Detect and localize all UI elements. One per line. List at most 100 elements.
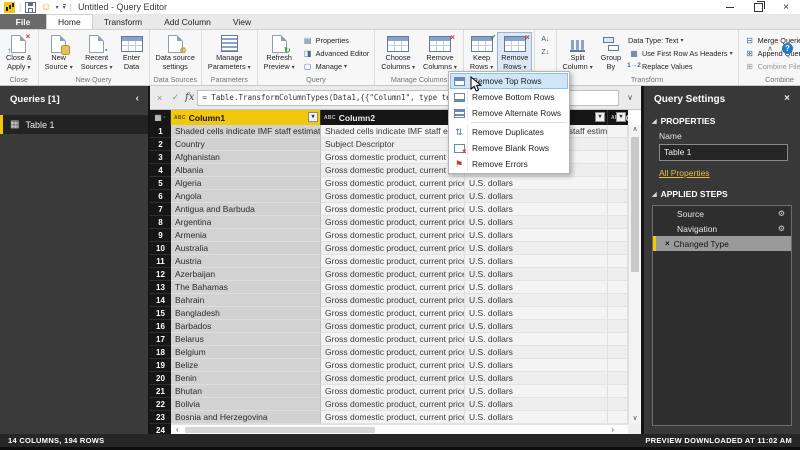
query-name-input[interactable]: Table 1: [659, 144, 788, 161]
tab-view[interactable]: View: [222, 15, 262, 29]
cell[interactable]: U.S. dollars: [465, 268, 608, 281]
cell[interactable]: [608, 138, 628, 151]
row-number[interactable]: 24: [150, 424, 171, 434]
applied-step-changed-type[interactable]: × Changed Type: [653, 236, 791, 251]
scroll-up-icon[interactable]: ∧: [629, 125, 641, 135]
cell[interactable]: U.S. dollars: [465, 203, 608, 216]
cell[interactable]: Azerbaijan: [171, 268, 321, 281]
menu-item-remove-bottom-rows[interactable]: Remove Bottom Rows: [450, 89, 568, 105]
close-panel-icon[interactable]: ×: [784, 93, 790, 104]
cell[interactable]: [608, 281, 628, 294]
row-number[interactable]: 20: [150, 372, 171, 385]
cell[interactable]: Gross domestic product, current prices: [321, 359, 465, 372]
expand-formula-bar-icon[interactable]: ∨: [622, 93, 638, 102]
cell[interactable]: [608, 307, 628, 320]
row-number[interactable]: 18: [150, 346, 171, 359]
cell[interactable]: Antigua and Barbuda: [171, 203, 321, 216]
cell[interactable]: [608, 216, 628, 229]
cell[interactable]: [608, 385, 628, 398]
row-number[interactable]: 19: [150, 359, 171, 372]
scroll-left-icon[interactable]: ‹: [176, 425, 179, 434]
row-number[interactable]: 13: [150, 281, 171, 294]
row-number[interactable]: 2: [150, 138, 171, 151]
cell[interactable]: [608, 125, 628, 138]
recent-sources-button[interactable]: ◔ Recent Sources ▾: [77, 32, 117, 74]
horizontal-scrollbar[interactable]: ‹ ›: [171, 424, 628, 434]
applied-step-navigation[interactable]: Navigation ⚙: [653, 221, 791, 236]
menu-item-remove-alternate-rows[interactable]: Remove Alternate Rows: [450, 105, 568, 121]
applied-steps-section-header[interactable]: ◢ APPLIED STEPS: [644, 186, 800, 202]
cell[interactable]: [608, 398, 628, 411]
cell[interactable]: [608, 268, 628, 281]
filter-button[interactable]: ▾: [595, 112, 605, 122]
tab-add-column[interactable]: Add Column: [153, 15, 222, 29]
menu-item-remove-duplicates[interactable]: ⇅ Remove Duplicates: [450, 124, 568, 140]
cell[interactable]: U.S. dollars: [465, 255, 608, 268]
cell[interactable]: Gross domestic product, current prices: [321, 268, 465, 281]
delete-step-icon[interactable]: ×: [665, 239, 670, 248]
cell[interactable]: Subject Descriptor: [321, 138, 465, 151]
cell[interactable]: [608, 411, 628, 424]
refresh-preview-button[interactable]: ↻ Refresh Preview ▾: [260, 32, 299, 74]
cell[interactable]: Gross domestic product, current prices: [321, 216, 465, 229]
cell[interactable]: Gross domestic product, current prices: [321, 320, 465, 333]
row-number[interactable]: 17: [150, 333, 171, 346]
minimize-button[interactable]: [716, 0, 744, 15]
remove-rows-button[interactable]: × Remove Rows ▾: [497, 32, 533, 74]
keep-rows-button[interactable]: ✓ Keep Rows ▾: [466, 32, 497, 74]
cell[interactable]: Gross domestic product, current prices: [321, 203, 465, 216]
cell[interactable]: Angola: [171, 190, 321, 203]
cell[interactable]: [608, 190, 628, 203]
close-button[interactable]: ×: [772, 0, 800, 15]
remove-columns-button[interactable]: × Remove Columns ▾: [419, 32, 461, 74]
cell[interactable]: Gross domestic product, current prices: [321, 307, 465, 320]
cell[interactable]: Belize: [171, 359, 321, 372]
cell[interactable]: Gross domestic product, current prices: [321, 177, 465, 190]
tab-transform[interactable]: Transform: [93, 15, 153, 29]
cell[interactable]: Gross domestic product, current prices: [321, 398, 465, 411]
cell[interactable]: Barbados: [171, 320, 321, 333]
save-icon[interactable]: [25, 1, 37, 13]
cell[interactable]: U.S. dollars: [465, 333, 608, 346]
row-number[interactable]: 7: [150, 203, 171, 216]
scroll-right-icon[interactable]: ›: [611, 425, 614, 434]
cell[interactable]: Benin: [171, 372, 321, 385]
cell[interactable]: Gross domestic product, current prices: [321, 411, 465, 424]
properties-section-header[interactable]: ◢ PROPERTIES: [644, 113, 800, 129]
row-number[interactable]: 1: [150, 125, 171, 138]
cell[interactable]: [608, 333, 628, 346]
properties-button[interactable]: ▤ Properties: [299, 34, 373, 47]
cell[interactable]: Gross domestic product, current prices: [321, 372, 465, 385]
cell[interactable]: Austria: [171, 255, 321, 268]
row-number[interactable]: 15: [150, 307, 171, 320]
scroll-down-icon[interactable]: ∨: [629, 414, 641, 424]
cell[interactable]: Afghanistan: [171, 151, 321, 164]
cell[interactable]: U.S. dollars: [465, 359, 608, 372]
commit-formula-icon[interactable]: ✓: [169, 92, 182, 103]
row-number[interactable]: 9: [150, 229, 171, 242]
row-number[interactable]: 5: [150, 177, 171, 190]
cell[interactable]: U.S. dollars: [465, 190, 608, 203]
cell[interactable]: Gross domestic product, current prices: [321, 229, 465, 242]
cell[interactable]: [608, 229, 628, 242]
cell[interactable]: Gross domestic product, current prices: [321, 281, 465, 294]
cell[interactable]: Gross domestic product, current prices: [321, 294, 465, 307]
advanced-editor-button[interactable]: ◨ Advanced Editor: [299, 47, 373, 60]
cell[interactable]: [608, 320, 628, 333]
cell[interactable]: [608, 294, 628, 307]
row-number[interactable]: 14: [150, 294, 171, 307]
cell[interactable]: Gross domestic product, current prices: [321, 255, 465, 268]
vertical-scroll-thumb[interactable]: [631, 137, 639, 272]
cell[interactable]: Albania: [171, 164, 321, 177]
cell[interactable]: Shaded cells indicate IMF staff estimate…: [171, 125, 321, 138]
feedback-smiley-icon[interactable]: ☺: [40, 1, 51, 13]
cell[interactable]: U.S. dollars: [465, 346, 608, 359]
cell[interactable]: [608, 242, 628, 255]
cell[interactable]: U.S. dollars: [465, 216, 608, 229]
row-number[interactable]: 6: [150, 190, 171, 203]
row-number[interactable]: 4: [150, 164, 171, 177]
cell[interactable]: The Bahamas: [171, 281, 321, 294]
cell[interactable]: U.S. dollars: [465, 294, 608, 307]
vertical-scrollbar[interactable]: ∧ ∨: [628, 125, 641, 424]
cell[interactable]: U.S. dollars: [465, 229, 608, 242]
